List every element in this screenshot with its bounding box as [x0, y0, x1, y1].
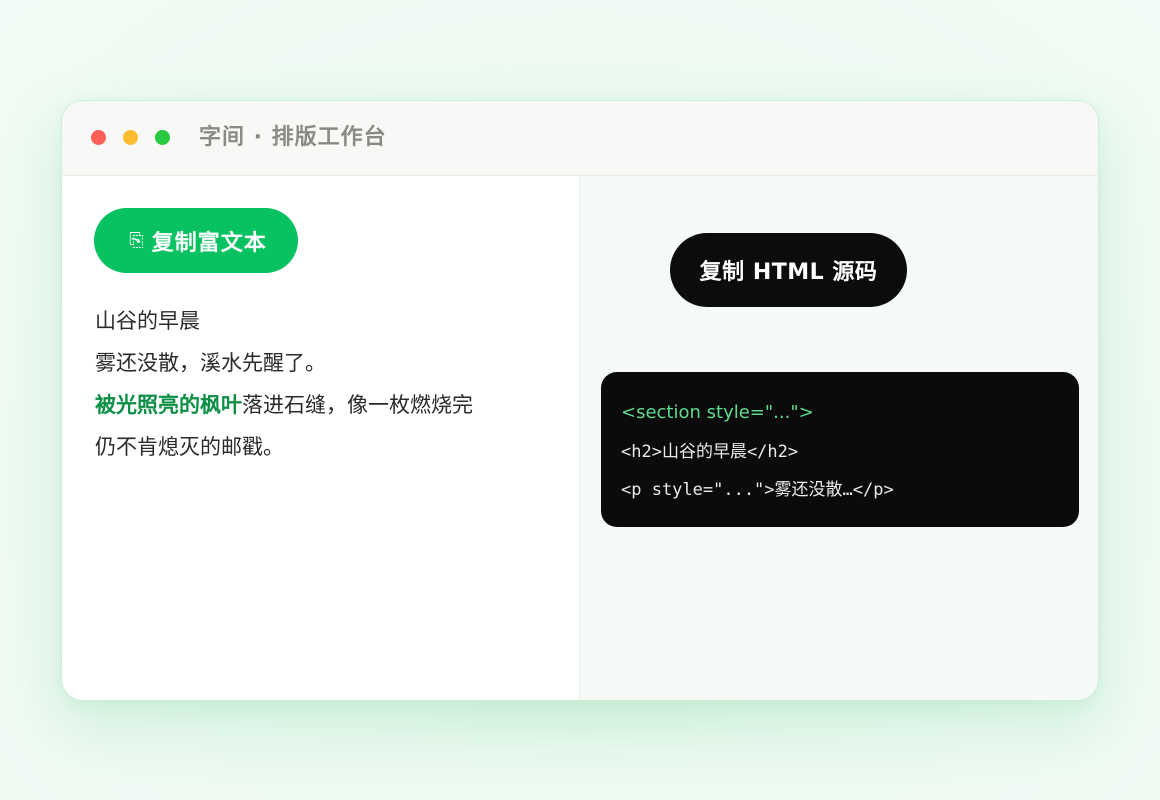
copy-rich-text-label: 复制富文本 [151, 230, 267, 256]
preview-pane: 复制 HTML 源码 <section style="..."> <h2>山谷的… [580, 176, 1098, 700]
copy-html-source-label: 复制 HTML 源码 [699, 260, 878, 285]
article-paragraph-line: 被光照亮的枫叶落进石缝，像一枚燃烧完 [95, 384, 545, 426]
copy-html-source-button[interactable]: 复制 HTML 源码 [670, 233, 907, 307]
title-bar: 字间 · 排版工作台 [62, 101, 1098, 176]
app-window: 字间 · 排版工作台 ⎘ 复制富文本 山谷的早晨 雾还没散，溪水先醒了。 被光照… [61, 100, 1099, 701]
code-line-section: <section style="..."> [621, 402, 814, 423]
minimize-window-button[interactable] [123, 130, 138, 145]
maximize-window-button[interactable] [155, 130, 170, 145]
article-paragraph-line: 雾还没散，溪水先醒了。 [95, 351, 326, 375]
highlighted-text: 被光照亮的枫叶 [95, 393, 242, 417]
article-content[interactable]: 山谷的早晨 雾还没散，溪水先醒了。 被光照亮的枫叶落进石缝，像一枚燃烧完 仍不肯… [95, 300, 545, 468]
code-line-paragraph: <p style="...">雾还没散…</p> [621, 480, 894, 500]
article-title: 山谷的早晨 [95, 309, 200, 333]
close-window-button[interactable] [91, 130, 106, 145]
editor-pane: ⎘ 复制富文本 山谷的早晨 雾还没散，溪水先醒了。 被光照亮的枫叶落进石缝，像一… [62, 176, 580, 700]
article-text: 落进石缝，像一枚燃烧完 [242, 393, 473, 417]
clipboard-icon: ⎘ [129, 229, 144, 251]
copy-rich-text-button[interactable]: ⎘ 复制富文本 [94, 208, 298, 273]
article-paragraph-line: 仍不肯熄灭的邮戳。 [95, 435, 284, 459]
window-title: 字间 · 排版工作台 [199, 125, 387, 150]
code-line-heading: <h2>山谷的早晨</h2> [621, 441, 799, 462]
html-code-block: <section style="..."> <h2>山谷的早晨</h2> <p … [601, 372, 1079, 527]
